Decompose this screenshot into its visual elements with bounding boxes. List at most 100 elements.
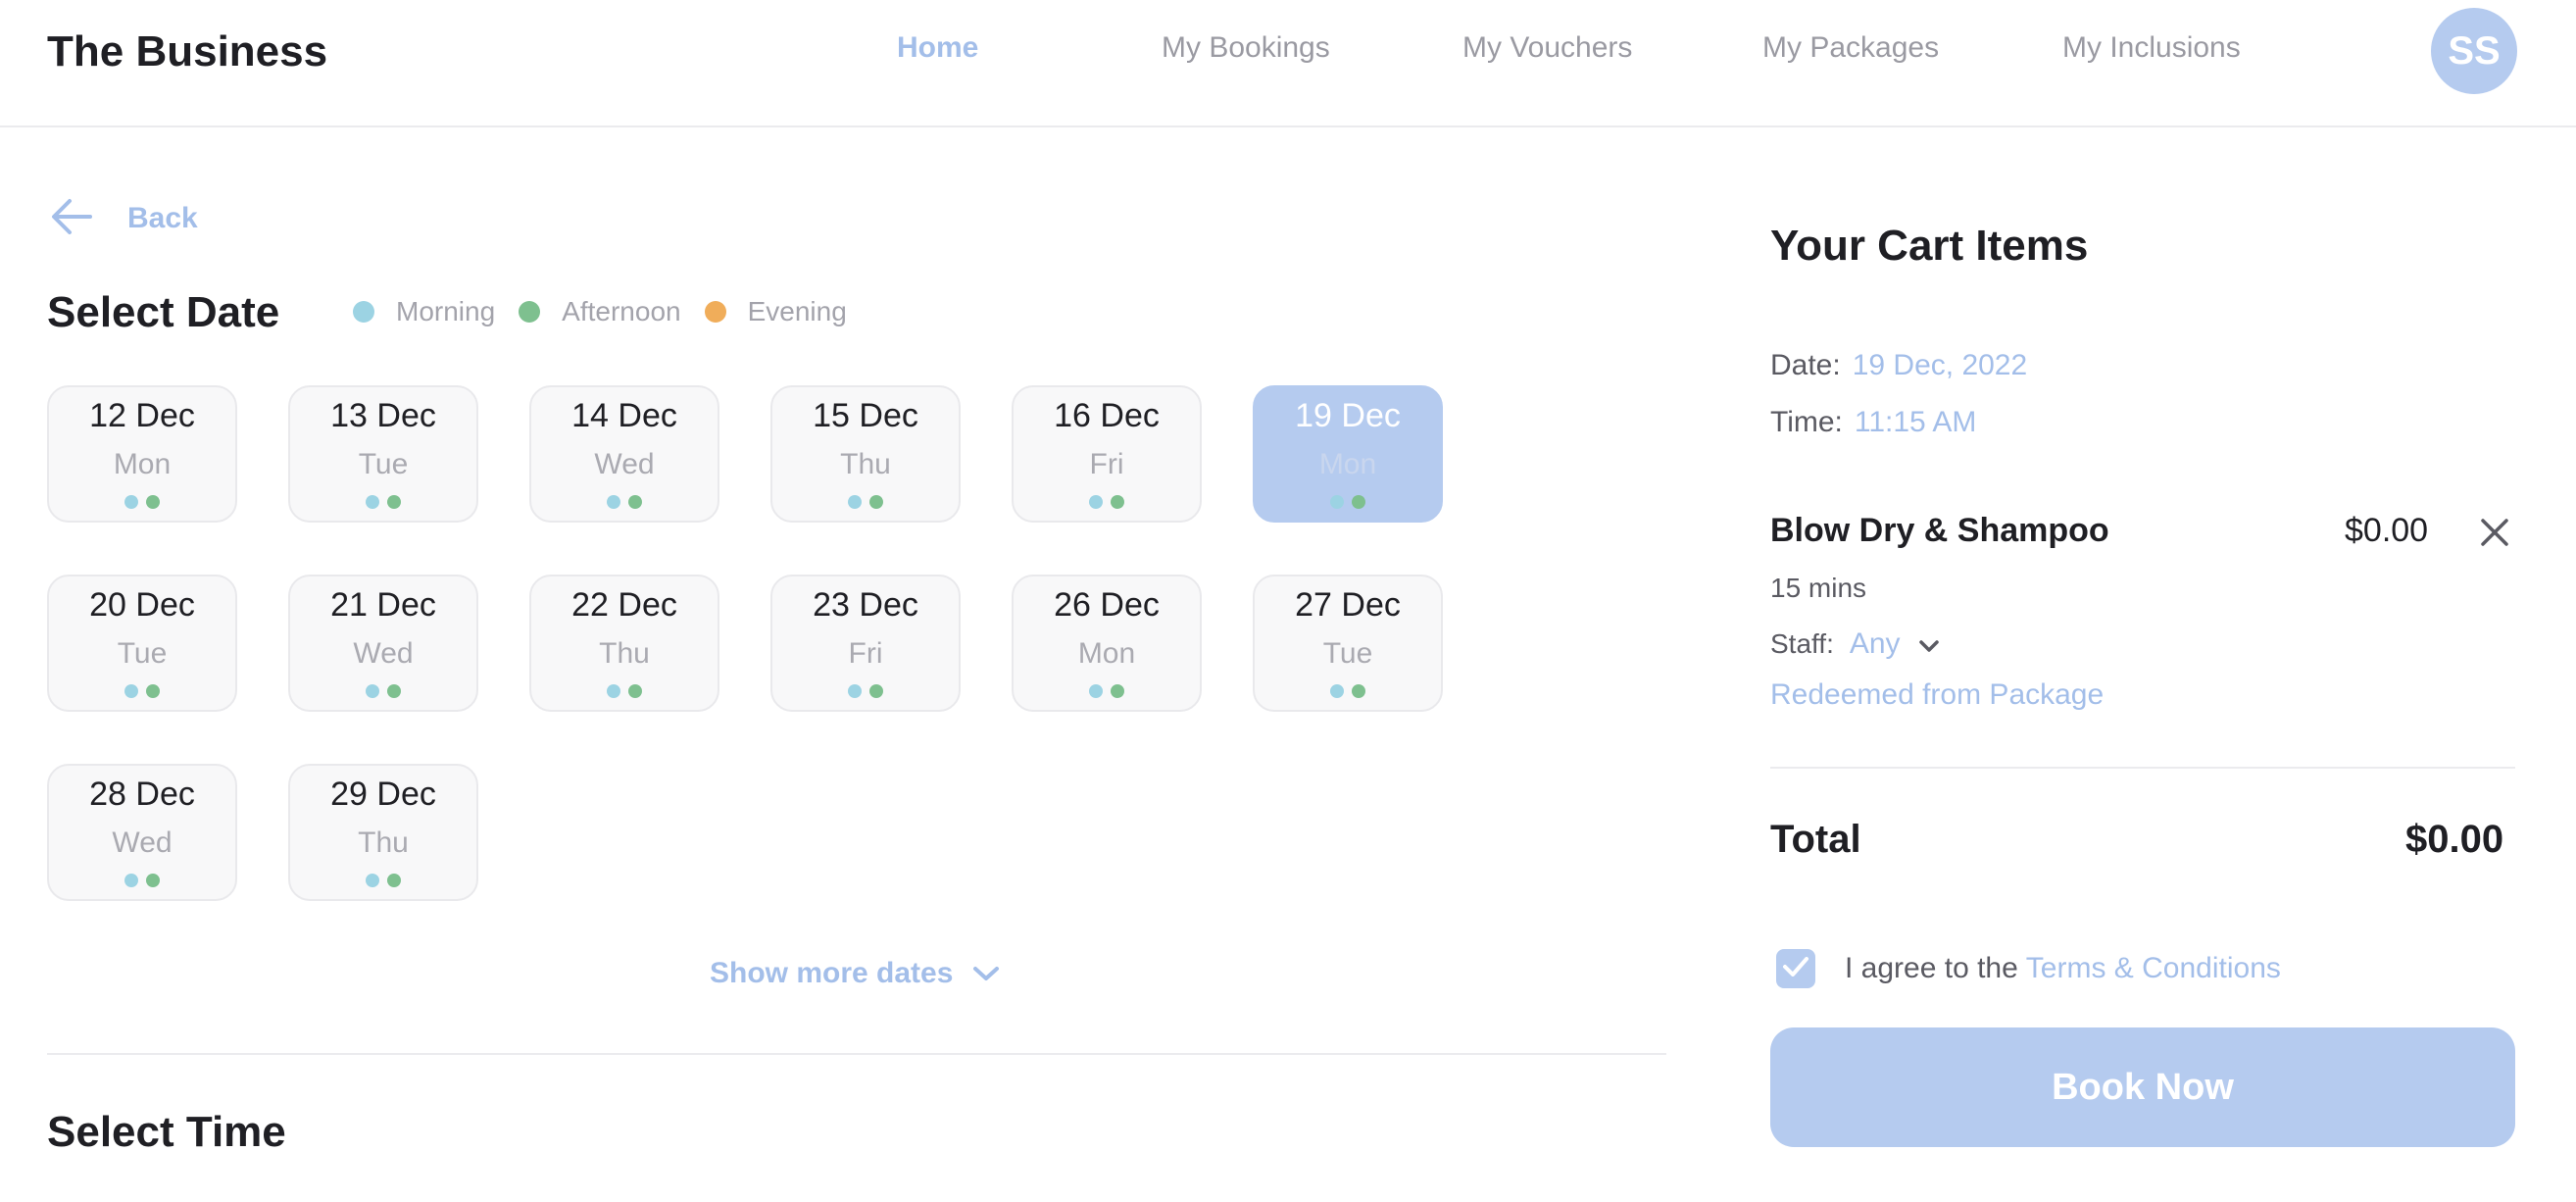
date-label: 12 Dec (89, 397, 195, 434)
nav-my-packages[interactable]: My Packages (1762, 31, 1939, 65)
availability-dots (49, 684, 235, 698)
date-card[interactable]: 16 Dec Fri (1012, 385, 1202, 523)
evening-dot-icon (704, 301, 726, 323)
staff-label: Staff: (1770, 628, 1834, 659)
nav-my-bookings[interactable]: My Bookings (1162, 31, 1330, 65)
service-name: Blow Dry & Shampoo (1770, 512, 2109, 549)
availability-dots (1255, 684, 1441, 698)
weekday-label: Tue (358, 448, 409, 480)
back-link[interactable]: Back (51, 194, 198, 243)
availability-dots (290, 874, 476, 887)
nav-home[interactable]: Home (897, 31, 978, 65)
availability-dots (49, 874, 235, 887)
date-card[interactable]: 22 Dec Thu (529, 575, 719, 712)
service-duration: 15 mins (1770, 573, 1867, 603)
book-now-button[interactable]: Book Now (1770, 1027, 2515, 1147)
date-card[interactable]: 13 Dec Tue (288, 385, 478, 523)
terms-checkbox[interactable] (1776, 949, 1815, 988)
terms-link[interactable]: Terms & Conditions (2026, 952, 2281, 985)
weekday-label: Fri (1089, 448, 1124, 480)
staff-row: Staff: Any (1770, 627, 1940, 661)
date-label: 20 Dec (89, 586, 195, 624)
terms-agreement: I agree to the Terms & Conditions (1776, 949, 2281, 988)
availability-dots (772, 495, 959, 509)
availability-legend: Morning Afternoon Evening (353, 296, 870, 327)
date-card[interactable]: 12 Dec Mon (47, 385, 237, 523)
date-card[interactable]: 26 Dec Mon (1012, 575, 1202, 712)
staff-select[interactable]: Any (1850, 627, 1940, 661)
weekday-label: Thu (358, 826, 409, 859)
cart-time-label: Time: (1770, 406, 1843, 438)
legend-morning: Morning (353, 296, 495, 327)
date-card[interactable]: 15 Dec Thu (770, 385, 961, 523)
show-more-label: Show more dates (710, 957, 954, 989)
nav-my-inclusions[interactable]: My Inclusions (2062, 31, 2241, 65)
cart-date-label: Date: (1770, 349, 1841, 381)
weekday-label: Tue (117, 637, 168, 670)
section-divider (47, 1053, 1666, 1055)
date-label: 19 Dec (1295, 397, 1401, 434)
back-label: Back (127, 202, 198, 234)
redeemed-note: Redeemed from Package (1770, 678, 2105, 711)
weekday-label: Thu (840, 448, 891, 480)
date-card[interactable]: 27 Dec Tue (1253, 575, 1443, 712)
availability-dots (1014, 495, 1200, 509)
date-label: 28 Dec (89, 776, 195, 813)
availability-dots (1255, 495, 1441, 509)
chevron-down-icon (1918, 627, 1940, 661)
availability-dots (290, 495, 476, 509)
availability-dots (772, 684, 959, 698)
legend-afternoon: Afternoon (519, 296, 681, 327)
select-date-title: Select Date (47, 288, 280, 336)
weekday-label: Tue (1322, 637, 1373, 670)
weekday-label: Mon (1077, 637, 1136, 670)
date-card[interactable]: 23 Dec Fri (770, 575, 961, 712)
date-card[interactable]: 14 Dec Wed (529, 385, 719, 523)
legend-morning-label: Morning (396, 296, 496, 326)
weekday-label: Thu (599, 637, 650, 670)
date-label: 16 Dec (1054, 397, 1160, 434)
date-label: 21 Dec (330, 586, 436, 624)
date-card[interactable]: 28 Dec Wed (47, 764, 237, 901)
date-label: 14 Dec (571, 397, 677, 434)
arrow-left-icon (51, 198, 92, 240)
service-price: $0.00 (2345, 512, 2429, 549)
date-label: 26 Dec (1054, 586, 1160, 624)
user-avatar[interactable]: SS (2431, 8, 2517, 94)
chevron-down-icon (972, 957, 1000, 990)
checkmark-icon (1782, 952, 1809, 985)
cart-date: Date: 19 Dec, 2022 (1770, 349, 2027, 382)
date-label: 22 Dec (571, 586, 677, 624)
cart-time-value: 11:15 AM (1854, 406, 1977, 438)
remove-item-button[interactable] (2476, 514, 2513, 551)
weekday-label: Fri (848, 637, 883, 670)
date-label: 13 Dec (330, 397, 436, 434)
weekday-label: Mon (1318, 448, 1377, 480)
staff-value: Any (1849, 627, 1901, 660)
date-card[interactable]: 29 Dec Thu (288, 764, 478, 901)
cart-date-value: 19 Dec, 2022 (1852, 349, 2028, 381)
afternoon-dot-icon (519, 301, 541, 323)
agree-text: I agree to the (1845, 952, 2018, 984)
date-card[interactable]: 20 Dec Tue (47, 575, 237, 712)
weekday-label: Mon (113, 448, 172, 480)
date-card[interactable]: 21 Dec Wed (288, 575, 478, 712)
legend-afternoon-label: Afternoon (562, 296, 681, 326)
availability-dots (1014, 684, 1200, 698)
total-value: $0.00 (2405, 818, 2504, 861)
date-label: 15 Dec (813, 397, 918, 434)
availability-dots (290, 684, 476, 698)
select-time-title: Select Time (47, 1108, 286, 1156)
top-header: The Business Home My Bookings My Voucher… (0, 0, 2576, 127)
close-icon (2476, 519, 2513, 555)
weekday-label: Wed (594, 448, 655, 480)
brand-name[interactable]: The Business (47, 27, 327, 76)
availability-dots (49, 495, 235, 509)
date-label: 27 Dec (1295, 586, 1401, 624)
weekday-label: Wed (112, 826, 173, 859)
nav-my-vouchers[interactable]: My Vouchers (1462, 31, 1632, 65)
legend-evening-label: Evening (747, 296, 847, 326)
date-card-selected[interactable]: 19 Dec Mon (1253, 385, 1443, 523)
date-label: 23 Dec (813, 586, 918, 624)
show-more-dates-button[interactable]: Show more dates (710, 957, 1000, 990)
